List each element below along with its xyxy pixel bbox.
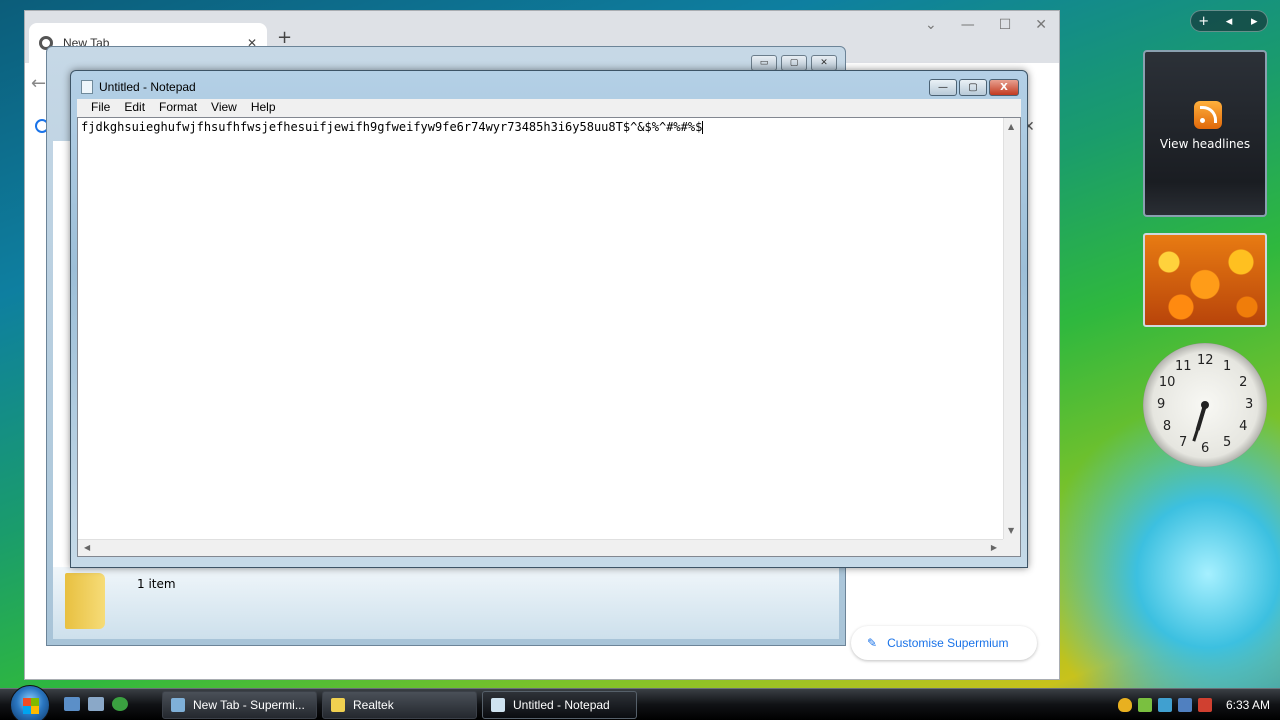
browser-quicklaunch-icon[interactable]: [112, 697, 128, 711]
rss-icon: [1194, 101, 1222, 129]
feed-headlines-label[interactable]: View headlines: [1145, 137, 1265, 151]
scroll-left-icon[interactable]: ◀: [84, 543, 90, 552]
notepad-menubar: File Edit Format View Help: [77, 99, 1021, 117]
system-tray: 6:33 AM: [1110, 689, 1280, 720]
tab-search-icon[interactable]: ⌄: [925, 17, 937, 33]
text-caret: [702, 121, 704, 134]
notepad-window-controls: — ▢ X: [929, 79, 1019, 96]
clock-number: 4: [1239, 419, 1248, 434]
maximize-button[interactable]: ☐: [999, 17, 1012, 33]
explorer-details-pane: 1 item: [53, 567, 839, 639]
new-tab-button[interactable]: +: [277, 27, 292, 48]
browser-window-controls: ⌄ — ☐ ✕: [925, 17, 1047, 33]
security-shield-icon[interactable]: [1118, 698, 1132, 712]
taskbar: New Tab - Supermi... Realtek Untitled - …: [0, 685, 1280, 720]
clock-center-pin: [1201, 401, 1209, 409]
sidebar-controls: + ◂ ▸: [1190, 10, 1268, 32]
clock-number: 3: [1245, 397, 1254, 412]
taskbar-item-realtek[interactable]: Realtek: [322, 691, 477, 719]
clock-minute-hand: [1191, 404, 1207, 442]
slideshow-gadget[interactable]: [1143, 233, 1267, 327]
sidebar-next-button[interactable]: ▸: [1242, 14, 1266, 29]
customise-button[interactable]: ✎ Customise Supermium: [851, 626, 1037, 660]
explorer-window-controls: ▭ ▢ ✕: [751, 55, 837, 71]
feed-headlines-gadget[interactable]: View headlines: [1143, 50, 1267, 217]
notepad-text: fjdkghsuieghufwjfhsufhfwsjefhesuifjewifh…: [81, 120, 703, 134]
scroll-down-icon[interactable]: ▼: [1008, 526, 1014, 535]
notepad-maximize-button[interactable]: ▢: [959, 79, 987, 96]
notepad-minimize-button[interactable]: —: [929, 79, 957, 96]
horizontal-scrollbar[interactable]: ◀ ▶: [78, 539, 1003, 556]
clock-number: 11: [1175, 358, 1192, 374]
clock-gadget[interactable]: 12 1 2 3 4 5 6 7 8 9 10 11: [1143, 343, 1267, 467]
notepad-icon: [491, 698, 505, 712]
menu-format[interactable]: Format: [153, 99, 203, 117]
clock-number: 6: [1201, 441, 1210, 456]
taskbar-item-notepad[interactable]: Untitled - Notepad: [482, 691, 637, 719]
explorer-close-button[interactable]: ✕: [811, 55, 837, 71]
folder-icon: [331, 698, 345, 712]
system-clock[interactable]: 6:33 AM: [1226, 698, 1270, 712]
notepad-text-area[interactable]: fjdkghsuieghufwjfhsufhfwsjefhesuifjewifh…: [77, 117, 1021, 557]
taskbar-item-label: Untitled - Notepad: [513, 698, 610, 712]
menu-view[interactable]: View: [205, 99, 243, 117]
notepad-title: Untitled - Notepad: [99, 80, 196, 94]
taskbar-item-label: Realtek: [353, 698, 394, 712]
notepad-close-button[interactable]: X: [989, 79, 1019, 96]
notepad-icon: [81, 80, 93, 94]
taskbar-item-browser[interactable]: New Tab - Supermi...: [162, 691, 317, 719]
menu-edit[interactable]: Edit: [118, 99, 151, 117]
clock-number: 1: [1223, 358, 1232, 374]
menu-help[interactable]: Help: [245, 99, 282, 117]
clock-number: 10: [1158, 375, 1176, 390]
size-grip[interactable]: [1003, 539, 1020, 556]
update-icon[interactable]: [1138, 698, 1152, 712]
taskbar-item-label: New Tab - Supermi...: [193, 698, 305, 712]
explorer-minimize-button[interactable]: ▭: [751, 55, 777, 71]
add-gadget-button[interactable]: +: [1192, 14, 1216, 29]
folder-icon: [65, 573, 105, 629]
notepad-window: Untitled - Notepad — ▢ X File Edit Forma…: [70, 70, 1028, 568]
clock-number: 5: [1223, 435, 1232, 451]
pencil-icon: ✎: [867, 636, 878, 650]
customise-label: Customise Supermium: [887, 636, 1009, 650]
clock-number: 8: [1162, 419, 1172, 434]
menu-file[interactable]: File: [85, 99, 116, 117]
sidebar-prev-button[interactable]: ◂: [1217, 14, 1241, 29]
clock-number: 2: [1239, 375, 1248, 390]
item-count: 1 item: [137, 577, 176, 591]
switch-windows-icon[interactable]: [88, 697, 104, 711]
show-desktop-icon[interactable]: [64, 697, 80, 711]
notepad-text-content[interactable]: fjdkghsuieghufwjfhsufhfwsjefhesuifjewifh…: [81, 120, 704, 134]
device-icon[interactable]: [1158, 698, 1172, 712]
clock-number: 9: [1157, 397, 1166, 412]
clock-number: 12: [1197, 353, 1214, 368]
start-button[interactable]: [10, 685, 50, 720]
chrome-icon: [171, 698, 185, 712]
minimize-button[interactable]: —: [961, 17, 975, 33]
back-arrow-icon[interactable]: ←: [31, 73, 46, 94]
scroll-up-icon[interactable]: ▲: [1008, 122, 1014, 131]
clock-number: 7: [1179, 435, 1188, 451]
volume-muted-icon[interactable]: [1198, 698, 1212, 712]
explorer-maximize-button[interactable]: ▢: [781, 55, 807, 71]
scroll-right-icon[interactable]: ▶: [991, 543, 997, 552]
network-icon[interactable]: [1178, 698, 1192, 712]
close-button[interactable]: ✕: [1035, 17, 1047, 33]
vertical-scrollbar[interactable]: ▲ ▼: [1003, 118, 1020, 539]
